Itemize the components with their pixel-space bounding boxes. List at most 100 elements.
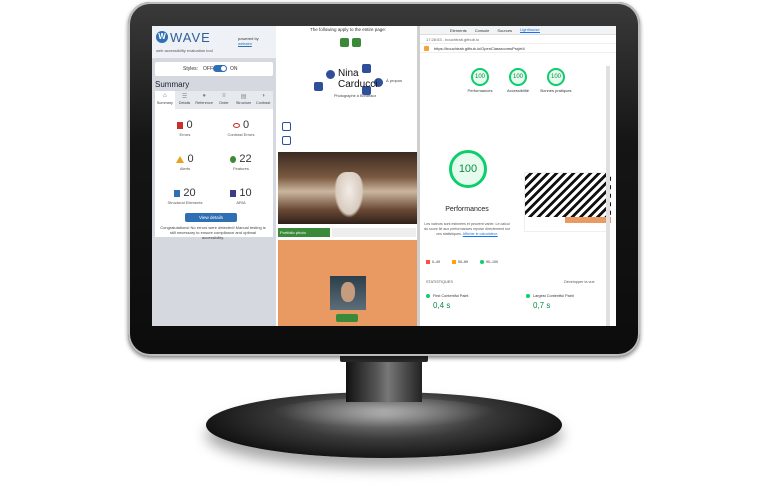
stat-features-value: 22	[239, 153, 252, 165]
site-name-last: Carducci	[338, 79, 378, 90]
image-alt-icon	[336, 314, 358, 322]
devtools-scrollbar[interactable]	[606, 66, 610, 326]
wave-subtitle: web accessibility evaluation tool	[156, 48, 213, 53]
header-structure-icon	[326, 70, 335, 79]
feature-icon	[230, 155, 237, 163]
stat-features: 22 Features	[213, 153, 269, 171]
error-icon	[177, 121, 184, 129]
metric-fcp-value: 0,4 s	[433, 301, 451, 310]
report-url: https://bouchtrab.github.io/OpenClassroo…	[420, 44, 616, 53]
stat-alerts-value: 0	[187, 153, 194, 165]
region-icon	[282, 122, 291, 131]
gauge-best-practices-label: Bonnes pratiques	[540, 88, 572, 93]
metric-lcp-value: 0,7 s	[533, 301, 551, 310]
apropos-link[interactable]: À propos	[386, 78, 402, 83]
tab-lighthouse[interactable]: Lighthouse	[520, 27, 540, 33]
styles-toggle-row: Styles: OFF ON	[155, 62, 273, 76]
wave-tabs: ⌂ Summary ☰ Details ● Reference ≡ Order ▤ Str…	[155, 91, 273, 109]
report-url-text: https://bouchtrab.github.io/OpenClassroo…	[434, 46, 525, 51]
stat-features-label: Features	[233, 166, 249, 171]
info-icon: ●	[202, 93, 206, 99]
nav-structure-icon	[314, 82, 323, 91]
gauge-performance-label: Performances	[467, 88, 493, 93]
contrast-icon: ◑	[261, 93, 265, 99]
tab-contrast-label: Contrast	[256, 101, 271, 105]
aria-icon	[230, 189, 237, 197]
powered-by: powered by webaim	[238, 36, 259, 46]
wave-logo-icon: W	[156, 31, 168, 43]
home-icon: ⌂	[163, 93, 167, 99]
gauge-accessibility[interactable]: 100 Accessibilité	[500, 68, 536, 93]
tab-console[interactable]: Console	[475, 28, 490, 33]
monitor-screen: W WAVE web accessibility evaluation tool…	[152, 26, 616, 326]
pass-dot-icon	[526, 294, 530, 298]
gauge-best-practices[interactable]: 100 Bonnes pratiques	[538, 68, 574, 93]
stat-aria-label: ARIA	[236, 200, 246, 205]
congrats-message: Congratulations! No errors were detected…	[160, 225, 266, 240]
webaim-link[interactable]: webaim	[238, 41, 252, 46]
main-performance-score: 100	[449, 150, 487, 188]
wave-title: WAVE	[170, 30, 211, 45]
calculator-link[interactable]: Afficher le calculateur.	[463, 232, 498, 236]
gauge-performance[interactable]: 100 Performances	[462, 68, 498, 93]
legend-fail: 0–49	[426, 260, 440, 265]
thumbnail-image	[525, 173, 611, 217]
title-feature-icon	[352, 38, 361, 47]
monitor-neck	[346, 356, 422, 402]
tab-summary-label: Summary	[156, 101, 173, 105]
expand-view-toggle[interactable]: Développer la vue	[564, 280, 595, 284]
tab-structure[interactable]: ▤ Structure	[234, 91, 254, 109]
language-feature-icon	[340, 38, 349, 47]
stat-alerts-label: Alerts	[179, 166, 191, 171]
gauge-best-practices-score: 100	[547, 68, 565, 86]
stat-structural-label: Structural Elements	[167, 200, 203, 205]
pass-circle-icon	[480, 260, 484, 265]
stat-contrast-value: 0	[242, 119, 250, 131]
order-icon: ≡	[222, 93, 226, 99]
metric-fcp: First Contentful Paint 0,4 s	[426, 294, 468, 310]
main-performance-gauge: 100	[446, 150, 490, 188]
contrast-error-icon	[232, 122, 240, 128]
styles-toggle[interactable]	[213, 65, 227, 72]
carousel-photo	[278, 152, 418, 224]
tab-reference-label: Reference	[195, 101, 213, 105]
structure-element-icon	[174, 189, 181, 197]
alert-icon	[176, 155, 185, 163]
stat-structural-value: 20	[183, 187, 196, 199]
tab-summary[interactable]: ⌂ Summary	[155, 91, 175, 109]
styles-label: Styles:	[183, 66, 199, 72]
average-square-icon	[452, 260, 456, 265]
styles-on-label: ON	[230, 66, 238, 72]
alt-text-tag: Portfolio photo	[278, 228, 330, 237]
portrait-photo	[330, 276, 366, 310]
tab-reference[interactable]: ● Reference	[194, 91, 214, 109]
site-name-first: Nina	[338, 68, 359, 79]
view-details-button[interactable]: View details	[185, 213, 237, 222]
legend-average-label: 50–89	[458, 260, 468, 264]
stat-aria-value: 10	[239, 187, 252, 199]
monitor-base-shine	[270, 398, 498, 428]
tab-order[interactable]: ≡ Order	[214, 91, 234, 109]
gauge-accessibility-score: 100	[509, 68, 527, 86]
performance-description: Les valeurs sont estimées et peuvent var…	[424, 222, 510, 237]
tab-sources[interactable]: Sources	[497, 28, 512, 33]
performance-title: Performances	[445, 206, 489, 213]
stat-alerts: 0 Alerts	[157, 153, 213, 171]
tab-details[interactable]: ☰ Details	[175, 91, 195, 109]
stat-contrast: 0 Contrast Errors	[213, 119, 269, 137]
thumbnail-strip	[565, 217, 611, 223]
metric-lcp-label: Largest Contentful Paint	[533, 294, 574, 298]
pass-dot-icon	[426, 294, 430, 298]
page-screenshot-thumbnail	[524, 172, 611, 232]
report-selector[interactable]: 17:28:53 - bouchtrab.github.io	[420, 35, 616, 44]
tab-elements[interactable]: Elements	[450, 28, 467, 33]
lighthouse-icon	[424, 46, 429, 51]
styles-off-label: OFF	[203, 66, 213, 72]
tab-order-label: Order	[218, 101, 229, 105]
tab-contrast[interactable]: ◑ Contrast	[253, 91, 273, 109]
devtools-tabs: Elements Console Sources Lighthouse	[420, 26, 616, 35]
metrics-header: STATISTIQUES	[426, 280, 453, 284]
page-level-icons	[276, 34, 420, 52]
devtools-panel: Elements Console Sources Lighthouse 17:2…	[420, 26, 616, 326]
summary-stats: 0 Errors 0 Contrast Errors 0 Alerts 22 F…	[155, 109, 273, 240]
